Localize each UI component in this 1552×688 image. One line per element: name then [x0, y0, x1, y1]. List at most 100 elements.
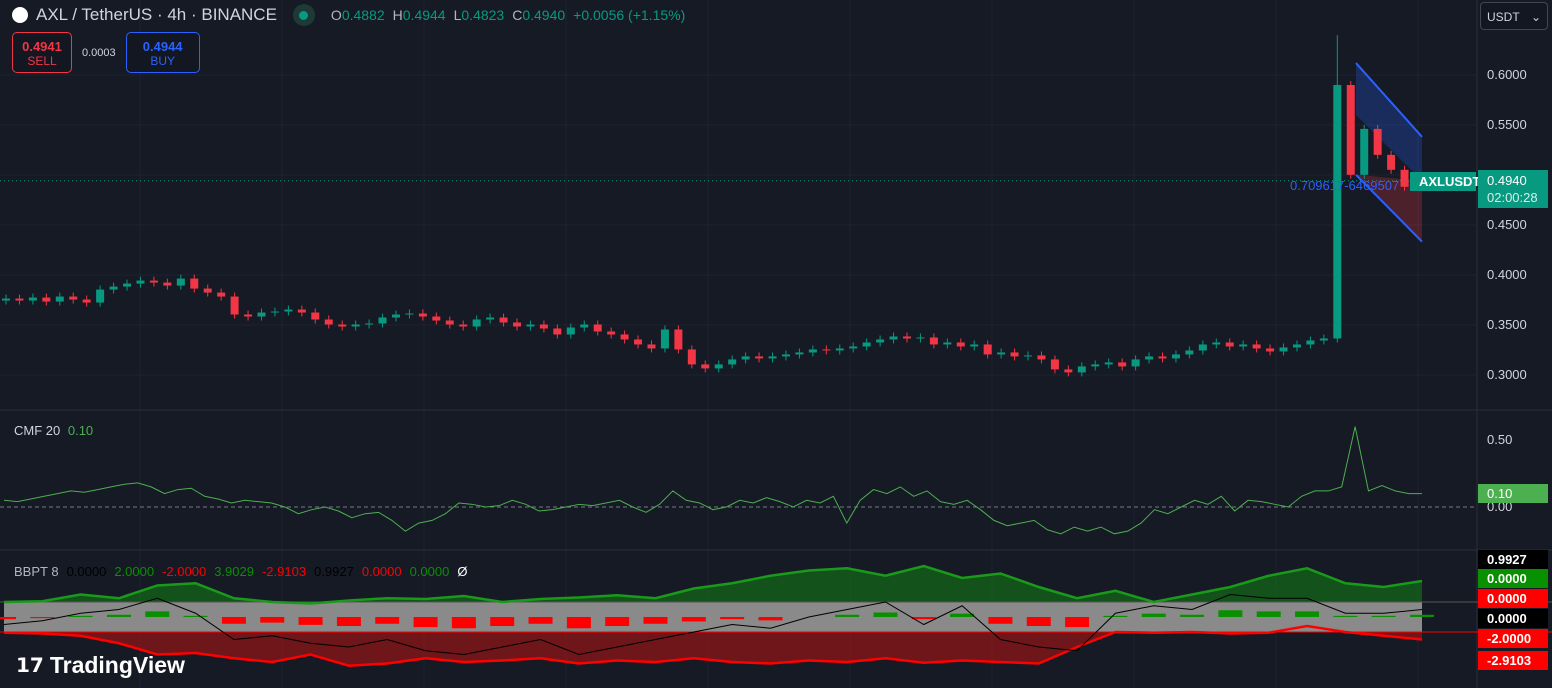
candle-body — [781, 354, 790, 357]
bbpt-histogram-bar — [605, 617, 630, 626]
candle-body — [1131, 359, 1140, 367]
candle-body — [513, 322, 522, 327]
bbpt-histogram-bar — [490, 617, 515, 626]
candle-body — [1266, 348, 1275, 352]
candle-body — [365, 323, 374, 325]
price-axis-label: 0.5500 — [1487, 117, 1527, 132]
price-axis-label: 0.3500 — [1487, 317, 1527, 332]
candle-body — [876, 339, 885, 343]
candle-body — [1400, 169, 1409, 187]
candle-body — [647, 344, 656, 349]
bbpt-tag-zero: 0.0000 — [1478, 609, 1548, 628]
candle-body — [1279, 347, 1288, 352]
bbpt-histogram-bar — [720, 617, 745, 620]
candle-body — [1292, 344, 1301, 348]
candle-body — [795, 352, 804, 355]
candle-body — [1306, 340, 1315, 345]
bbpt-histogram-bar — [1333, 615, 1358, 617]
candle-body — [1333, 84, 1342, 339]
candle-body — [230, 296, 239, 315]
currency-select[interactable]: USDT ⌄ — [1480, 2, 1548, 30]
candle-body — [405, 313, 414, 315]
bbpt-tag-lower: 0.0000 — [1478, 589, 1548, 608]
bbpt-histogram-bar — [336, 617, 361, 626]
candle-body — [728, 359, 737, 365]
candle-body — [687, 349, 696, 365]
chart-canvas[interactable] — [0, 0, 1552, 688]
candle-body — [459, 324, 468, 327]
candle-body — [620, 334, 629, 340]
candle-body — [1104, 362, 1113, 365]
candle-body — [849, 346, 858, 349]
tradingview-logo[interactable]: 𝟭𝟳 TradingView — [16, 652, 185, 679]
candle-body — [257, 312, 266, 317]
candle-body — [351, 324, 360, 327]
candle-body — [862, 342, 871, 347]
candle-body — [136, 280, 145, 284]
candle-body — [526, 324, 535, 327]
symbol-title[interactable]: AXL / TetherUS · 4h · BINANCE — [36, 5, 277, 25]
candle-body — [1158, 356, 1167, 359]
candle-body — [553, 328, 562, 335]
market-status-icon[interactable] — [292, 4, 315, 26]
bbpt-histogram-bar — [1026, 617, 1051, 626]
bbpt-legend[interactable]: BBPT 8 0.0000 2.0000 -2.0000 3.9029 -2.9… — [14, 564, 467, 579]
bbpt-histogram-bar — [643, 617, 668, 624]
bbpt-histogram-bar — [0, 617, 16, 620]
candle-body — [929, 337, 938, 345]
bbpt-histogram-bar — [1103, 615, 1128, 617]
candle-body — [1185, 350, 1194, 355]
candle-body — [42, 297, 51, 302]
candle-body — [822, 349, 831, 351]
spread-value: 0.0003 — [82, 46, 116, 59]
candle-body — [983, 344, 992, 355]
candle-body — [82, 299, 91, 303]
candle-body — [28, 297, 37, 301]
candle-body — [580, 324, 589, 328]
candle-body — [1346, 84, 1355, 175]
candle-body — [1387, 154, 1396, 170]
buy-button[interactable]: 0.4944 BUY — [125, 32, 200, 73]
candle-body — [1171, 354, 1180, 359]
close-value: 0.4940 — [522, 7, 566, 23]
bbpt-histogram-bar — [950, 613, 975, 617]
candle-body — [203, 288, 212, 293]
chevron-down-icon: ⌄ — [1530, 10, 1541, 24]
candle-body — [1225, 342, 1234, 347]
candle-body — [445, 320, 454, 325]
candle-body — [997, 352, 1006, 355]
candle-body — [1252, 344, 1261, 349]
bbpt-histogram-bar — [221, 617, 246, 624]
candle-body — [835, 348, 844, 351]
candle-body — [660, 329, 669, 349]
candle-body — [378, 317, 387, 324]
candle-body — [163, 282, 172, 286]
bbpt-histogram-bar — [988, 617, 1013, 624]
low-value: 0.4823 — [461, 7, 505, 23]
candle-body — [1077, 366, 1086, 373]
bbpt-histogram-bar — [145, 611, 170, 617]
candle-body — [311, 312, 320, 320]
bbpt-histogram-bar — [1371, 615, 1396, 617]
candle-body — [539, 324, 548, 329]
candle-body — [324, 319, 333, 325]
bbpt-tag-band: -2.0000 — [1478, 629, 1548, 648]
pattern-label: 0.709617-6469507 — [1290, 178, 1400, 193]
bbpt-histogram-bar — [681, 617, 706, 622]
axl-logo-icon — [12, 7, 28, 23]
candle-body — [1010, 352, 1019, 357]
cmf-legend[interactable]: CMF 20 0.10 — [14, 423, 93, 438]
bbpt-histogram-bar — [1410, 614, 1434, 617]
candle-body — [943, 342, 952, 345]
bbpt-histogram-bar — [30, 617, 55, 619]
candle-body — [956, 342, 965, 347]
symbol-price-tag: AXLUSDT — [1410, 172, 1480, 191]
candle-body — [96, 289, 105, 303]
ohlc-values: O0.4882 H0.4944 L0.4823 C0.4940 +0.0056 … — [330, 7, 686, 23]
sell-button[interactable]: 0.4941 SELL — [12, 32, 72, 73]
bbpt-tag-min: -2.9103 — [1478, 651, 1548, 670]
candle-body — [593, 324, 602, 332]
bbpt-tag-upper: 0.0000 — [1478, 569, 1548, 588]
candle-body — [741, 356, 750, 360]
bbpt-histogram-bar — [1180, 614, 1205, 617]
